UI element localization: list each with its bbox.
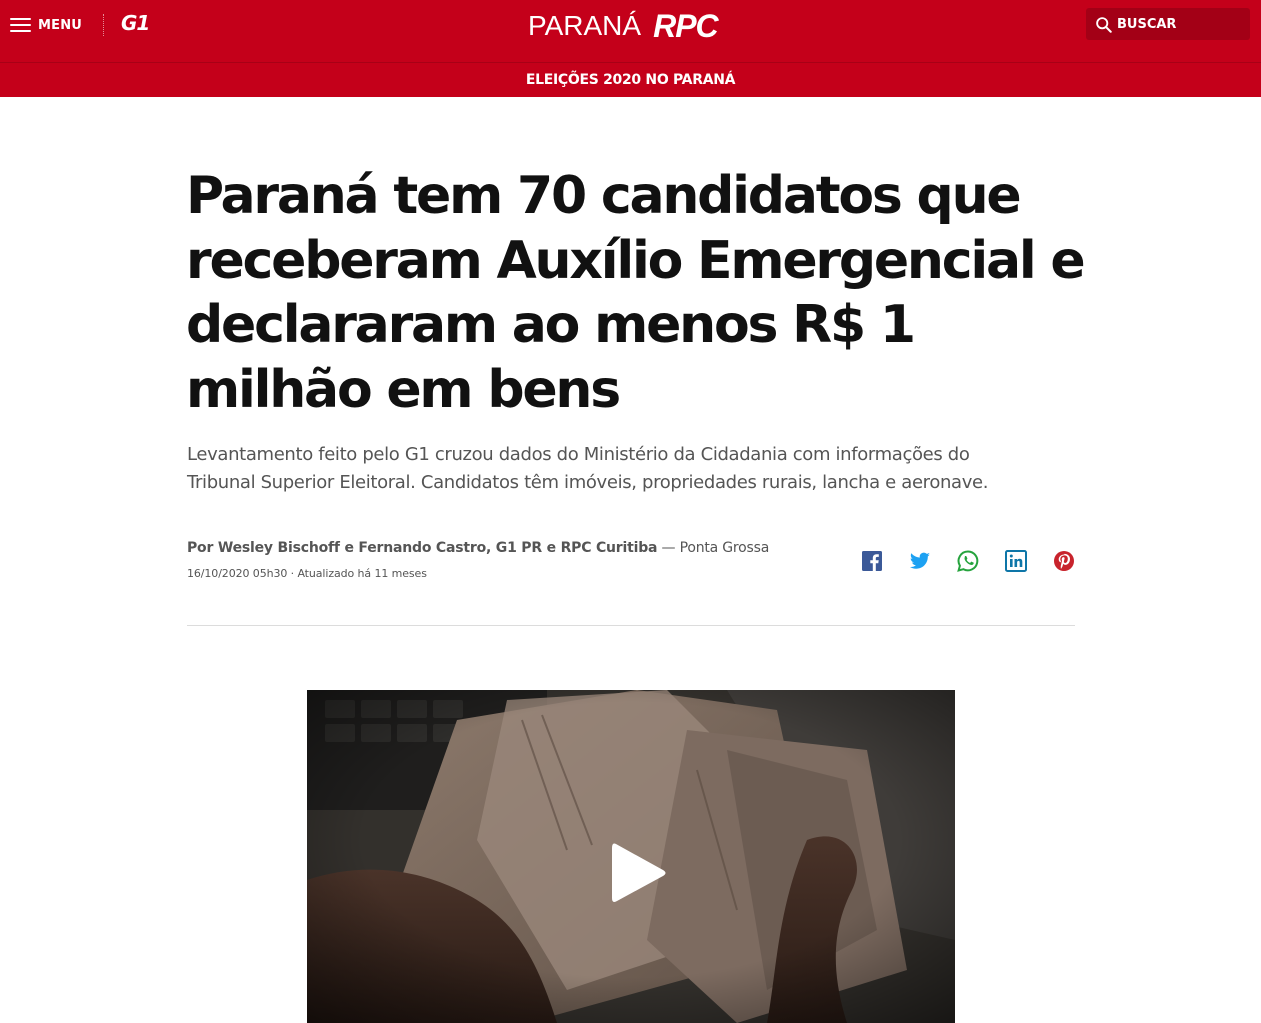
brand-region: PARANÁ	[528, 10, 642, 41]
menu-icon	[10, 18, 31, 32]
article-subtitle: Levantamento feito pelo G1 cruzou dados …	[187, 444, 989, 493]
article-headline: Paraná tem 70 candidatos que receberam A…	[186, 166, 1086, 420]
search-label: BUSCAR	[1117, 16, 1177, 32]
g1-logo[interactable]: G1	[121, 11, 150, 35]
content-divider	[187, 625, 1075, 626]
byline-authors: Por Wesley Bischoff e Fernando Castro, G…	[187, 540, 658, 556]
whatsapp-icon[interactable]	[956, 549, 980, 573]
pinterest-icon[interactable]	[1052, 549, 1076, 573]
dateline: 16/10/2020 05h30 · Atualizado há 11 mese…	[187, 567, 427, 580]
menu-label: MENU	[38, 17, 83, 33]
section-link[interactable]: ELEIÇÕES 2020 NO PARANÁ	[526, 72, 736, 88]
play-icon[interactable]	[608, 840, 668, 906]
byline-location: — Ponta Grossa	[657, 540, 770, 556]
section-bar: ELEIÇÕES 2020 NO PARANÁ	[0, 62, 1261, 97]
search-button[interactable]: BUSCAR	[1086, 8, 1250, 40]
twitter-icon[interactable]	[908, 549, 932, 573]
header-divider	[103, 14, 104, 36]
menu-button[interactable]: MENU	[10, 15, 82, 35]
byline: Por Wesley Bischoff e Fernando Castro, G…	[187, 540, 827, 556]
rpc-logo: RPC	[653, 7, 719, 44]
facebook-icon[interactable]	[860, 549, 884, 573]
search-icon	[1096, 16, 1112, 33]
linkedin-icon[interactable]	[1004, 549, 1028, 573]
site-header: MENU G1 PARANÁ RPC BUSCAR	[0, 0, 1261, 62]
video-player[interactable]	[307, 690, 955, 1023]
brand-logo[interactable]: PARANÁ RPC	[528, 6, 719, 46]
